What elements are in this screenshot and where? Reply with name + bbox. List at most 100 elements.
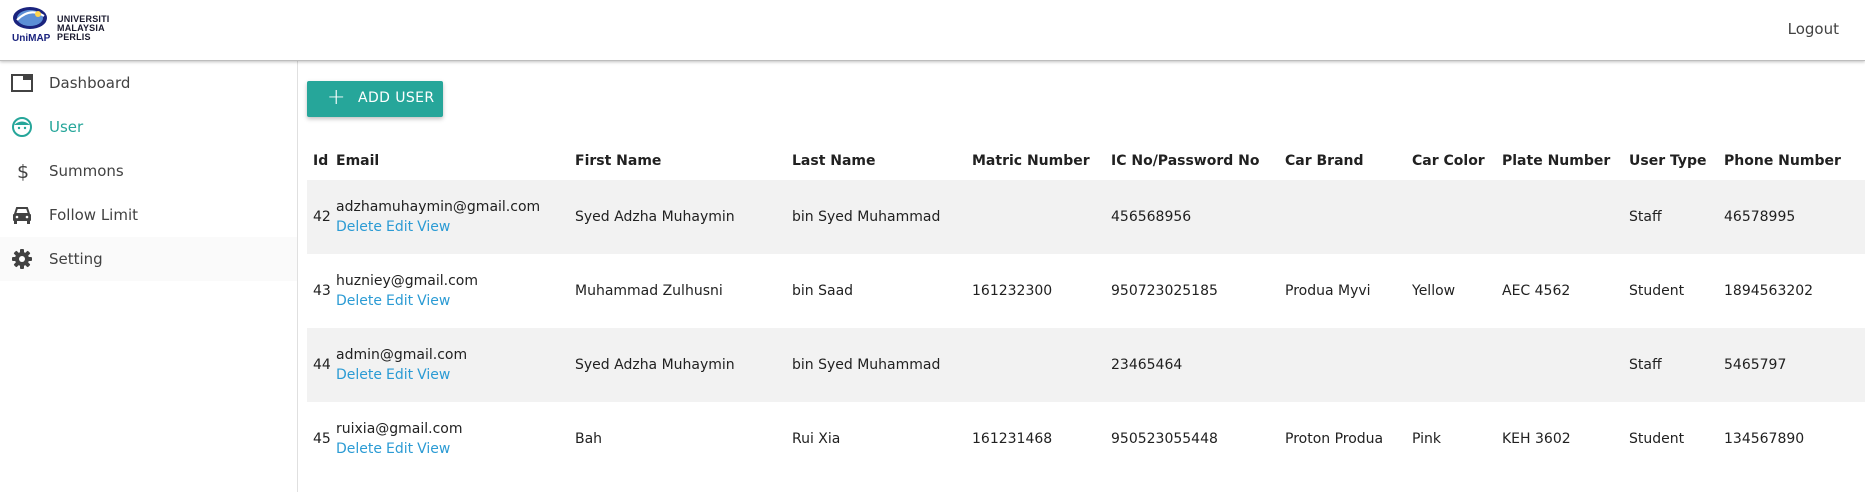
table-row: 44 admin@gmail.com Delete Edit View Syed A…	[307, 328, 1865, 402]
cell-phone: 46578995	[1724, 209, 1796, 225]
sidebar-item-label: Dashboard	[49, 74, 131, 92]
delete-link[interactable]: Delete	[336, 441, 382, 457]
cell-email: huzniey@gmail.com Delete Edit View	[336, 254, 575, 328]
sidebar-item-dashboard[interactable]: Dashboard	[0, 61, 297, 105]
sidebar-item-label: User	[49, 118, 84, 136]
gear-icon	[12, 249, 32, 269]
table-row: 45 ruixia@gmail.com Delete Edit View Bah R…	[307, 402, 1865, 476]
add-user-button[interactable]: + ADD USER	[307, 81, 443, 117]
cell-ic: 456568956	[1111, 209, 1192, 225]
edit-link[interactable]: Edit	[386, 441, 413, 457]
cell-phone: 134567890	[1724, 431, 1805, 447]
cell-phone: 1894563202	[1724, 283, 1814, 299]
cell-plate: AEC 4562	[1502, 283, 1571, 299]
cell-last-name: Rui Xia	[792, 431, 841, 447]
edit-link[interactable]: Edit	[386, 219, 413, 235]
sidebar-item-follow-limit[interactable]: Follow Limit	[0, 193, 297, 237]
cell-matric	[972, 180, 1111, 254]
view-link[interactable]: View	[417, 367, 450, 383]
cell-phone: 5465797	[1724, 357, 1787, 373]
table-header-row: Id Email First Name Last Name Matric Num…	[307, 142, 1865, 180]
sidebar-item-setting[interactable]: Setting	[0, 237, 297, 281]
view-link[interactable]: View	[417, 441, 450, 457]
delete-link[interactable]: Delete	[336, 293, 382, 309]
cell-car-brand	[1285, 180, 1412, 254]
edit-link[interactable]: Edit	[386, 293, 413, 309]
email-text: admin@gmail.com	[336, 347, 468, 363]
table-row: 43 huzniey@gmail.com Delete Edit View Muha…	[307, 254, 1865, 328]
edit-link[interactable]: Edit	[386, 367, 413, 383]
dashboard-icon	[11, 74, 33, 92]
sidebar-item-summons[interactable]: $ Summons	[0, 149, 297, 193]
column-header-car-brand[interactable]: Car Brand	[1285, 142, 1412, 180]
cell-user-type: Student	[1629, 431, 1685, 447]
sidebar-item-label: Setting	[49, 250, 103, 268]
unimap-logo: UNIVERSITI MALAYSIA PERLIS UniMAP	[10, 5, 110, 50]
cell-email: adzhamuhaymin@gmail.com Delete Edit View	[336, 180, 575, 254]
table-row: 42 adzhamuhaymin@gmail.com Delete Edit Vie…	[307, 180, 1865, 254]
cell-first-name: Bah	[575, 431, 603, 447]
cell-last-name: bin Syed Muhammad	[792, 209, 941, 225]
column-header-id[interactable]: Id	[307, 142, 336, 180]
cell-id: 44	[313, 357, 331, 373]
column-header-phone-number[interactable]: Phone Number	[1724, 142, 1865, 180]
cell-car-color: Pink	[1412, 431, 1442, 447]
logo-line-3: PERLIS	[57, 32, 91, 42]
cell-matric: 161232300	[972, 283, 1053, 299]
column-header-email[interactable]: Email	[336, 142, 575, 180]
delete-link[interactable]: Delete	[336, 367, 382, 383]
column-header-ic-no[interactable]: IC No/Password No	[1111, 142, 1285, 180]
column-header-first-name[interactable]: First Name	[575, 142, 792, 180]
cell-ic: 950523055448	[1111, 431, 1218, 447]
cell-id: 42	[313, 209, 331, 225]
cell-last-name: bin Saad	[792, 283, 854, 299]
cell-last-name: bin Syed Muhammad	[792, 357, 941, 373]
dollar-icon: $	[17, 161, 29, 182]
cell-car-brand: Produa Myvi	[1285, 283, 1371, 299]
cell-car-brand	[1285, 328, 1412, 402]
email-text: huzniey@gmail.com	[336, 273, 478, 289]
cell-user-type: Staff	[1629, 209, 1662, 225]
column-header-last-name[interactable]: Last Name	[792, 142, 972, 180]
column-header-user-type[interactable]: User Type	[1629, 142, 1724, 180]
view-link[interactable]: View	[417, 219, 450, 235]
cell-car-brand: Proton Produa	[1285, 431, 1384, 447]
cell-car-color	[1412, 328, 1502, 402]
email-text: ruixia@gmail.com	[336, 421, 463, 437]
sidebar: Dashboard User $ Summons Follow Limit Se…	[0, 61, 298, 492]
column-header-car-color[interactable]: Car Color	[1412, 142, 1502, 180]
row-actions: Delete Edit View	[336, 439, 575, 459]
sidebar-item-label: Follow Limit	[49, 206, 139, 224]
cell-id: 43	[313, 283, 331, 299]
add-user-label: ADD USER	[358, 90, 435, 106]
cell-car-color	[1412, 180, 1502, 254]
cell-email: admin@gmail.com Delete Edit View	[336, 328, 575, 402]
car-icon	[13, 207, 31, 224]
cell-first-name: Muhammad Zulhusni	[575, 283, 723, 299]
row-actions: Delete Edit View	[336, 365, 575, 385]
cell-first-name: Syed Adzha Muhaymin	[575, 357, 735, 373]
cell-car-color: Yellow	[1412, 283, 1456, 299]
row-actions: Delete Edit View	[336, 291, 575, 311]
row-actions: Delete Edit View	[336, 217, 575, 237]
cell-plate: KEH 3602	[1502, 431, 1571, 447]
cell-user-type: Student	[1629, 283, 1685, 299]
logo-emblem-icon	[13, 7, 47, 29]
cell-matric: 161231468	[972, 431, 1053, 447]
logout-link[interactable]: Logout	[1788, 20, 1839, 38]
sidebar-item-user[interactable]: User	[0, 105, 297, 149]
sidebar-item-label: Summons	[49, 162, 124, 180]
cell-plate	[1502, 328, 1629, 402]
top-header: UNIVERSITI MALAYSIA PERLIS UniMAP Logout	[0, 0, 1865, 61]
cell-ic: 950723025185	[1111, 283, 1218, 299]
user-table: Id Email First Name Last Name Matric Num…	[307, 142, 1865, 476]
column-header-plate-number[interactable]: Plate Number	[1502, 142, 1629, 180]
view-link[interactable]: View	[417, 293, 450, 309]
column-header-matric-number[interactable]: Matric Number	[972, 142, 1111, 180]
cell-user-type: Staff	[1629, 357, 1662, 373]
cell-email: ruixia@gmail.com Delete Edit View	[336, 402, 575, 476]
svg-text:$: $	[17, 161, 29, 182]
email-text: adzhamuhaymin@gmail.com	[336, 199, 541, 215]
cell-plate	[1502, 180, 1629, 254]
delete-link[interactable]: Delete	[336, 219, 382, 235]
